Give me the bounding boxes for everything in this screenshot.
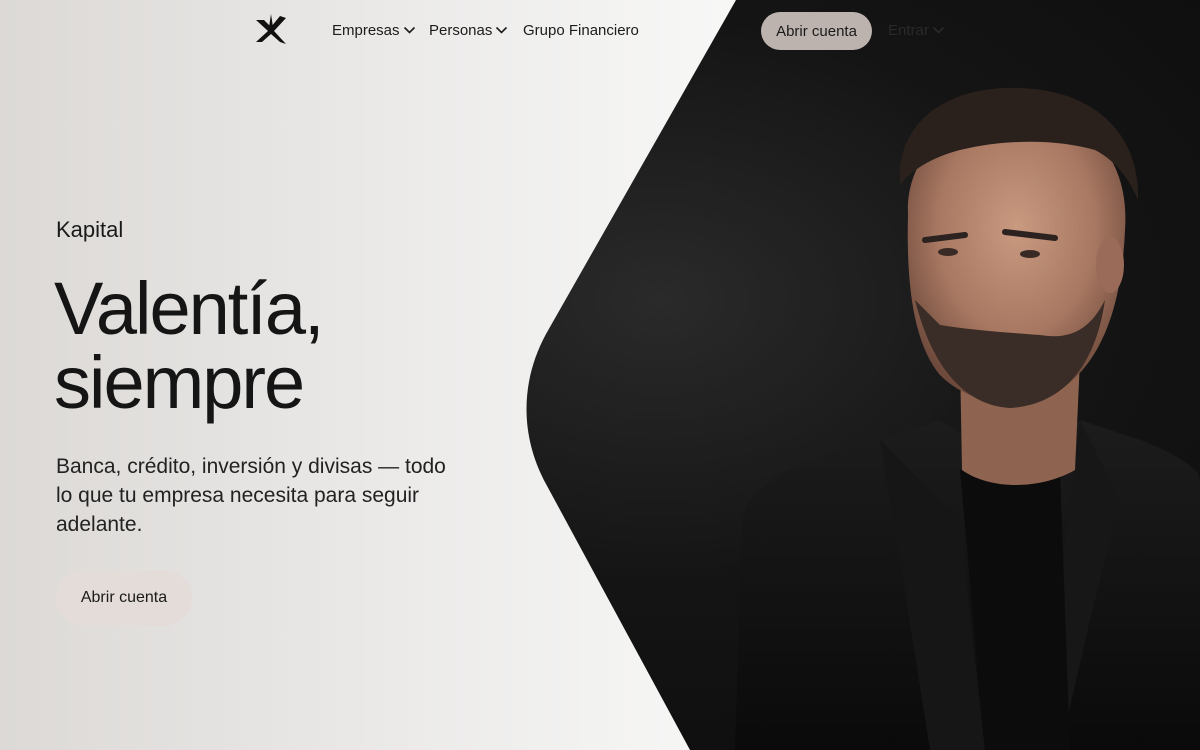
login-link-label: Entrar: [888, 22, 929, 39]
hero-title-line-1: Valentía,: [54, 267, 325, 350]
hero-eyebrow: Kapital: [56, 217, 124, 242]
nav-item-grupo-financiero[interactable]: Grupo Financiero: [523, 22, 639, 39]
hero-title: Valentía, siempre: [54, 272, 534, 420]
chevron-down-icon: [932, 26, 944, 34]
nav-item-personas[interactable]: Personas: [429, 22, 508, 39]
hero-subtitle: Banca, crédito, inversión y divisas — to…: [56, 455, 446, 536]
chevron-down-icon: [403, 26, 415, 34]
top-navigation: Empresas Personas Grupo Financiero Abrir…: [0, 0, 1200, 62]
kapital-logo-icon[interactable]: [254, 14, 288, 48]
open-account-hero-button[interactable]: Abrir cuenta: [56, 570, 192, 626]
chevron-down-icon: [496, 26, 508, 34]
nav-item-empresas[interactable]: Empresas: [332, 22, 416, 39]
nav-item-label: Personas: [429, 22, 493, 39]
open-account-nav-button[interactable]: Abrir cuenta: [761, 12, 872, 50]
login-link[interactable]: Entrar: [888, 22, 945, 39]
nav-item-label: Empresas: [332, 22, 400, 39]
hero-title-line-2: siempre: [54, 341, 305, 424]
nav-item-label: Grupo Financiero: [523, 22, 639, 39]
